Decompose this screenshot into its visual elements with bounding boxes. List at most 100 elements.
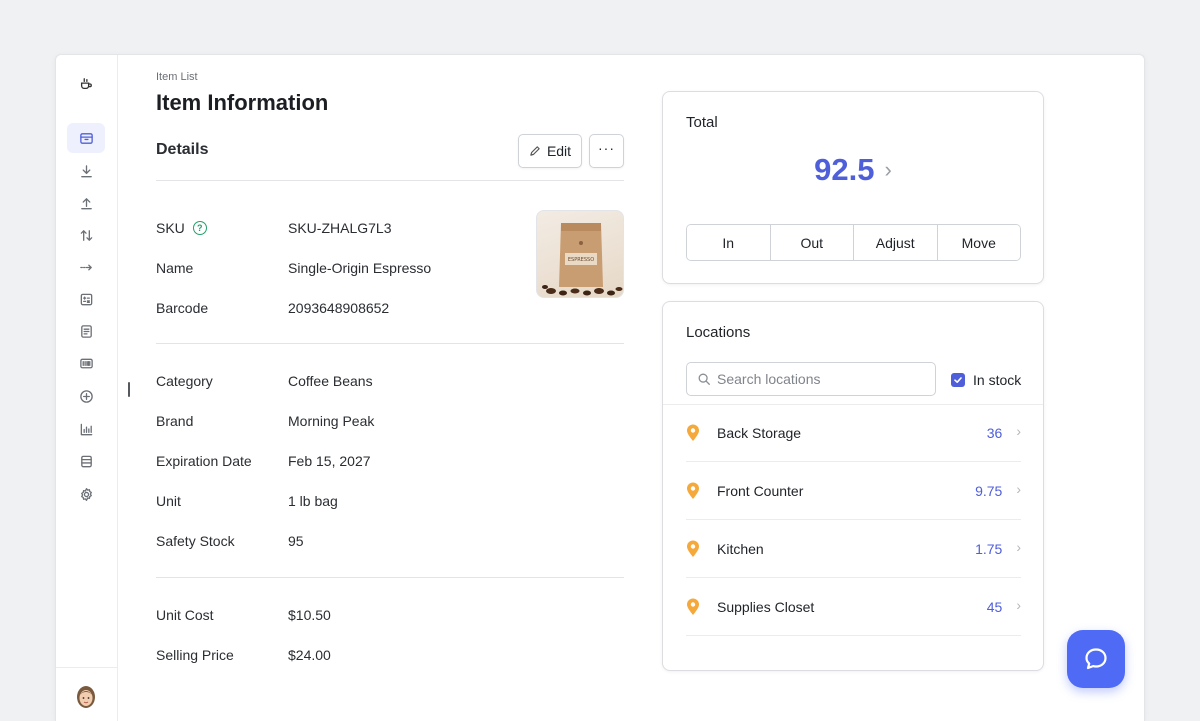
field-label: Category	[156, 373, 213, 389]
more-options-button[interactable]: ···	[589, 134, 624, 168]
location-name: Back Storage	[717, 424, 802, 441]
field-value: Morning Peak	[288, 413, 375, 429]
divider	[156, 577, 624, 578]
total-card: Total 92.5 › In Out Adjust Move	[662, 91, 1044, 284]
locations-card: Locations In stock Back Storage 36 › Fro…	[662, 301, 1044, 671]
stock-move-button[interactable]: Move	[937, 225, 1020, 260]
location-quantity: 1.75	[975, 540, 1003, 557]
divider	[156, 180, 624, 181]
coffee-cup-icon[interactable]	[76, 74, 96, 94]
sidebar	[56, 55, 118, 721]
breadcrumb[interactable]: Item List	[156, 71, 198, 83]
field-value: 2093648908652	[288, 300, 390, 316]
field-row-category: Category Coffee Beans	[156, 371, 516, 391]
page-title: Item Information	[156, 90, 329, 115]
edit-button-label: Edit	[546, 143, 572, 159]
search-icon	[698, 373, 710, 385]
main-content: Item List Item Information Details Edit …	[156, 55, 624, 721]
field-label: Selling Price	[156, 647, 234, 663]
in-stock-filter[interactable]: In stock	[951, 372, 1021, 388]
chevron-right-icon: ›	[884, 157, 892, 182]
document-icon[interactable]	[67, 316, 105, 346]
field-label: Brand	[156, 413, 194, 429]
field-label: Unit	[156, 493, 181, 509]
location-name: Supplies Closet	[717, 598, 815, 615]
gear-icon[interactable]	[67, 479, 105, 509]
product-image-label: ESPRESSO	[568, 257, 594, 263]
arrow-right-dashed-icon[interactable]	[67, 252, 105, 282]
app-window: Item List Item Information Details Edit …	[55, 54, 1145, 721]
location-pin-icon	[687, 598, 699, 615]
field-row-name: Name Single-Origin Espresso	[156, 258, 516, 278]
location-pin-icon	[687, 482, 699, 499]
field-row-sku: SKU ? SKU-ZHALG7L3	[156, 218, 516, 238]
details-section-title: Details	[156, 141, 209, 158]
field-row-expiration-date: Expiration Date Feb 15, 2027	[156, 451, 516, 471]
location-quantity: 9.75	[975, 482, 1003, 499]
total-quantity: 92.5	[814, 152, 875, 187]
field-value: 95	[288, 533, 304, 549]
field-value: Feb 15, 2027	[288, 453, 371, 469]
location-row[interactable]: Back Storage 36 ›	[686, 404, 1021, 462]
location-name: Front Counter	[717, 482, 804, 499]
in-stock-label: In stock	[973, 372, 1022, 388]
divider	[156, 343, 624, 344]
arrows-updown-icon[interactable]	[67, 220, 105, 250]
avatar[interactable]	[76, 685, 96, 709]
stock-in-button[interactable]: In	[687, 225, 771, 260]
location-pin-icon	[687, 540, 699, 557]
plus-circle-icon[interactable]	[67, 381, 105, 411]
more-dots-icon: ···	[598, 140, 615, 156]
field-row-brand: Brand Morning Peak	[156, 411, 516, 431]
chat-support-button[interactable]	[1067, 630, 1125, 688]
stock-action-group: In Out Adjust Move	[686, 224, 1021, 261]
chevron-right-icon: ›	[1016, 597, 1021, 613]
product-image[interactable]: ESPRESSO	[536, 210, 624, 298]
download-icon[interactable]	[67, 156, 105, 186]
field-label: Safety Stock	[156, 533, 235, 549]
field-value: $24.00	[288, 647, 331, 663]
field-value: SKU-ZHALG7L3	[288, 220, 392, 236]
chevron-right-icon: ›	[1016, 481, 1021, 497]
field-value: Coffee Beans	[288, 373, 373, 389]
field-label: Expiration Date	[156, 453, 252, 469]
sidebar-footer	[56, 667, 118, 721]
field-row-safety-stock: Safety Stock 95	[156, 531, 516, 551]
total-card-title: Total	[686, 114, 718, 131]
field-label: Name	[156, 260, 194, 276]
checkmark-icon	[954, 377, 962, 383]
field-row-barcode: Barcode 2093648908652	[156, 298, 516, 318]
location-row[interactable]: Kitchen 1.75 ›	[686, 520, 1021, 578]
location-quantity: 45	[986, 598, 1003, 615]
location-row[interactable]: Supplies Closet 45 ›	[686, 578, 1021, 636]
chevron-right-icon: ›	[1016, 423, 1021, 439]
pencil-icon	[530, 146, 540, 156]
locations-card-title: Locations	[686, 324, 751, 341]
search-input[interactable]	[717, 371, 917, 387]
chat-bubble-icon	[1085, 648, 1107, 670]
stock-adjust-button[interactable]: Adjust	[854, 225, 938, 260]
field-row-unit: Unit 1 lb bag	[156, 491, 516, 511]
barcode-icon[interactable]	[67, 348, 105, 378]
location-quantity: 36	[986, 424, 1003, 441]
location-name: Kitchen	[717, 540, 764, 557]
upload-icon[interactable]	[67, 188, 105, 218]
help-icon[interactable]: ?	[192, 221, 207, 235]
in-stock-checkbox[interactable]	[951, 373, 965, 387]
location-pin-icon	[687, 424, 699, 441]
field-value: $10.50	[288, 607, 331, 623]
location-row[interactable]: Front Counter 9.75 ›	[686, 462, 1021, 520]
field-value: Single-Origin Espresso	[288, 260, 432, 276]
bar-chart-icon[interactable]	[67, 414, 105, 444]
location-search	[686, 362, 936, 396]
stock-out-button[interactable]: Out	[770, 225, 854, 260]
table-icon[interactable]	[67, 446, 105, 476]
field-row-unit-cost: Unit Cost $10.50	[156, 605, 516, 625]
calculator-icon[interactable]	[67, 284, 105, 314]
sidebar-resize-handle[interactable]	[128, 382, 130, 397]
edit-button[interactable]: Edit	[518, 134, 582, 168]
field-label: Barcode	[156, 300, 209, 316]
box-icon[interactable]	[67, 123, 105, 153]
chevron-right-icon: ›	[1016, 539, 1021, 555]
total-quantity-link[interactable]: 92.5 ›	[663, 152, 1043, 188]
